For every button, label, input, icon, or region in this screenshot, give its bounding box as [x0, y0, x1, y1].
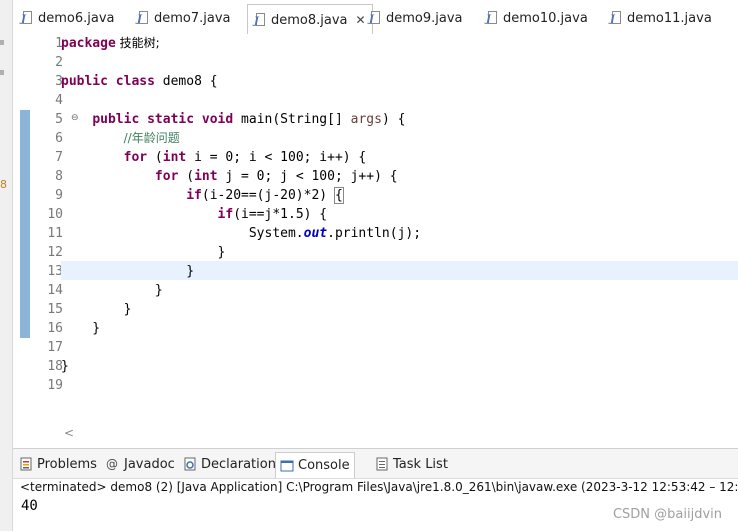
code-text: main(String[] [233, 112, 351, 127]
tab-demo7[interactable]: J demo7.java [137, 5, 231, 31]
code-editor[interactable]: 1 2 3 4 5 ⊖ 6 7 8 9 10 11 12 13 14 15 16… [13, 34, 738, 440]
scroll-left-arrow-icon[interactable]: < [64, 426, 74, 440]
code-line-13: } [61, 264, 195, 279]
code-text: System. [248, 226, 304, 241]
tab-label: Javadoc [124, 456, 175, 472]
parameter: args [350, 112, 382, 127]
keyword: package [61, 36, 116, 51]
keyword: int [194, 169, 218, 184]
code-line-3: public class demo8 { [61, 72, 218, 91]
tab-demo6[interactable]: J demo6.java [21, 5, 115, 31]
close-icon[interactable]: ✕ [356, 13, 366, 27]
tab-label: demo6.java [38, 10, 115, 26]
tab-problems[interactable]: Problems [19, 455, 97, 473]
code-line-8: for (int j = 0; j < 100; j++) { [61, 167, 398, 186]
keyword: public [61, 74, 108, 89]
tab-console[interactable]: Console [275, 452, 355, 478]
declaration-icon [183, 457, 197, 471]
keyword: int [162, 150, 187, 165]
code-line-5: public static void main(String[] args) { [61, 110, 405, 129]
horizontal-scrollbar[interactable]: < [58, 426, 738, 442]
code-text: demo8 { [154, 74, 218, 89]
tab-label: demo7.java [154, 10, 231, 26]
java-file-icon: J [486, 11, 499, 25]
java-file-icon: J [21, 11, 34, 25]
tab-label: Declaration [201, 456, 276, 472]
tab-label: Problems [37, 456, 97, 472]
code-text: ( [178, 169, 195, 184]
code-line-16: } [61, 321, 101, 336]
java-file-icon: J [137, 11, 150, 25]
comment: //年龄问题 [123, 131, 180, 145]
matching-brace: { [333, 187, 344, 204]
console-output[interactable]: 40 [21, 498, 38, 514]
tab-label: demo8.java [271, 12, 348, 28]
console-icon [280, 459, 294, 473]
code-line-6: //年龄问题 [61, 129, 180, 148]
code-line-1: package 技能树; [61, 34, 160, 53]
code-line-7: for (int i = 0; i < 100; i++) { [61, 148, 367, 167]
static-field: out [303, 226, 328, 241]
java-file-icon: J [610, 11, 623, 25]
tab-demo9[interactable]: J demo9.java [369, 5, 463, 31]
overview-ruler [19, 34, 31, 426]
code-text: i = 0; i < 100; i++) { [186, 150, 367, 165]
code-text: j = 0; j < 100; j++) { [217, 169, 398, 184]
java-file-icon: J [254, 13, 267, 27]
keyword: static [147, 112, 195, 127]
keyword: if [217, 207, 234, 222]
tab-declaration[interactable]: Declaration [183, 455, 276, 473]
tab-label: demo9.java [386, 10, 463, 26]
tab-label: Task List [393, 456, 448, 472]
keyword: for [123, 150, 148, 165]
at-icon: @ [106, 457, 118, 471]
code-line-11: System.out.println(j); [61, 224, 421, 243]
code-line-10: if(i==j*1.5) { [61, 205, 328, 224]
keyword: class [115, 74, 155, 89]
keyword: for [154, 169, 179, 184]
strip-line-marker: 8 [0, 178, 7, 191]
code-text: 技能树; [115, 36, 160, 50]
tab-demo8[interactable]: J demo8.java ✕ [247, 4, 373, 35]
tab-label: demo11.java [627, 10, 712, 26]
change-marker [20, 110, 30, 338]
strip-marker [0, 40, 4, 45]
keyword: void [201, 112, 234, 127]
tab-demo10[interactable]: J demo10.java [486, 5, 588, 31]
code-line-18: } [61, 359, 69, 374]
keyword: if [186, 188, 202, 203]
problems-icon [19, 457, 33, 471]
code-line-15: } [61, 302, 132, 317]
code-text: (i-20==(j-20)*2) [201, 188, 335, 203]
tab-demo11[interactable]: J demo11.java [610, 5, 712, 31]
tab-task-list[interactable]: Task List [375, 455, 448, 473]
task-list-icon [375, 457, 389, 471]
code-area[interactable]: package 技能树; public class demo8 { public… [61, 34, 738, 426]
code-line-14: } [61, 283, 163, 298]
strip-marker [0, 70, 4, 75]
tab-label: demo10.java [503, 10, 588, 26]
code-text: (i==j*1.5) { [233, 207, 328, 222]
tab-label: Console [298, 458, 350, 473]
keyword: public [92, 112, 140, 127]
code-text: .println(j); [327, 226, 422, 241]
code-line-9: if(i-20==(j-20)*2) { [61, 186, 344, 205]
watermark: CSDN @baiijdvin [612, 507, 722, 522]
java-file-icon: J [369, 11, 382, 25]
editor-tab-bar: J demo6.java J demo7.java J demo8.java ✕… [13, 0, 738, 35]
code-text: ( [147, 150, 163, 165]
console-status-line: <terminated> demo8 (2) [Java Application… [20, 480, 738, 494]
panel-tab-bar: Problems @ Javadoc Declaration Console T… [13, 449, 738, 479]
tab-javadoc[interactable]: @ Javadoc [106, 455, 175, 473]
left-side-strip: 8 [0, 0, 13, 531]
code-text: ) { [381, 112, 406, 127]
code-line-12: } [61, 245, 226, 260]
